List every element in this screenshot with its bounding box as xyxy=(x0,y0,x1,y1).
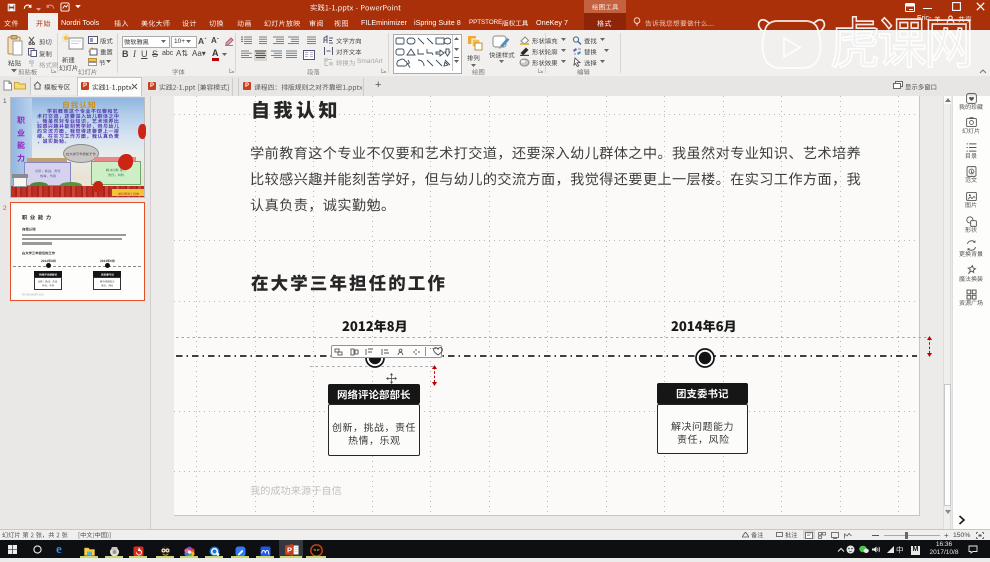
svg-text:P: P xyxy=(287,546,292,555)
